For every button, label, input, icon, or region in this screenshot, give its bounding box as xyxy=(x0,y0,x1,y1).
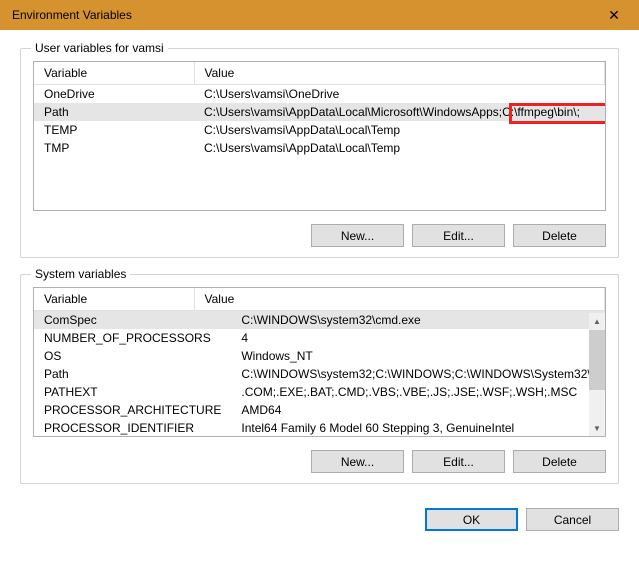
delete-button[interactable]: Delete xyxy=(513,224,606,247)
titlebar: Environment Variables ✕ xyxy=(0,0,639,30)
cell-variable: PATHEXT xyxy=(34,383,231,401)
table-row[interactable]: NUMBER_OF_PROCESSORS 4 xyxy=(34,329,605,347)
table-row[interactable]: TMP C:\Users\vamsi\AppData\Local\Temp xyxy=(34,139,605,157)
cell-variable: ComSpec xyxy=(34,311,231,329)
edit-button[interactable]: Edit... xyxy=(412,224,505,247)
table-row[interactable]: TEMP C:\Users\vamsi\AppData\Local\Temp xyxy=(34,121,605,139)
cell-variable: PROCESSOR_ARCHITECTURE xyxy=(34,401,231,419)
system-variables-group: System variables Variable Value ComSpec … xyxy=(20,274,619,484)
cell-value: C:\WINDOWS\system32;C:\WINDOWS;C:\WINDOW… xyxy=(231,365,605,383)
cell-variable: Path xyxy=(34,365,231,383)
cell-variable: Path xyxy=(34,103,194,121)
system-button-row: New... Edit... Delete xyxy=(311,450,606,473)
table-row[interactable]: OneDrive C:\Users\vamsi\OneDrive xyxy=(34,85,605,104)
delete-button[interactable]: Delete xyxy=(513,450,606,473)
column-header-value[interactable]: Value xyxy=(194,288,605,311)
column-header-variable[interactable]: Variable xyxy=(34,288,194,311)
column-header-value[interactable]: Value xyxy=(194,62,605,85)
cell-value: Windows_NT xyxy=(231,347,605,365)
table-row[interactable]: Path C:\Users\vamsi\AppData\Local\Micros… xyxy=(34,103,605,121)
user-variables-table[interactable]: Variable Value OneDrive C:\Users\vamsi\O… xyxy=(33,61,606,211)
content-area: User variables for vamsi Variable Value … xyxy=(0,30,639,547)
table-row[interactable]: PATHEXT .COM;.EXE;.BAT;.CMD;.VBS;.VBE;.J… xyxy=(34,383,605,401)
cell-variable: OneDrive xyxy=(34,85,194,104)
cell-variable: NUMBER_OF_PROCESSORS xyxy=(34,329,231,347)
scrollbar[interactable]: ▲ ▼ xyxy=(589,313,605,436)
new-button[interactable]: New... xyxy=(311,224,404,247)
cell-value: AMD64 xyxy=(231,401,605,419)
cell-variable: TEMP xyxy=(34,121,194,139)
scroll-down-icon[interactable]: ▼ xyxy=(589,420,605,436)
system-variables-table[interactable]: Variable Value ComSpec C:\WINDOWS\system… xyxy=(33,287,606,437)
column-header-variable[interactable]: Variable xyxy=(34,62,194,85)
cell-value: C:\Users\vamsi\AppData\Local\Temp xyxy=(194,121,605,139)
cell-value: C:\Users\vamsi\AppData\Local\Temp xyxy=(194,139,605,157)
dialog-button-row: OK Cancel xyxy=(20,500,619,531)
window-title: Environment Variables xyxy=(12,8,599,22)
cell-value: C:\Users\vamsi\AppData\Local\Microsoft\W… xyxy=(194,103,605,121)
cell-variable: PROCESSOR_IDENTIFIER xyxy=(34,419,231,436)
cell-value: Intel64 Family 6 Model 60 Stepping 3, Ge… xyxy=(231,419,605,436)
cell-variable: TMP xyxy=(34,139,194,157)
new-button[interactable]: New... xyxy=(311,450,404,473)
cell-value: .COM;.EXE;.BAT;.CMD;.VBS;.VBE;.JS;.JSE;.… xyxy=(231,383,605,401)
close-icon[interactable]: ✕ xyxy=(599,0,629,30)
table-row[interactable]: Path C:\WINDOWS\system32;C:\WINDOWS;C:\W… xyxy=(34,365,605,383)
edit-button[interactable]: Edit... xyxy=(412,450,505,473)
table-row[interactable]: OS Windows_NT xyxy=(34,347,605,365)
cell-variable: OS xyxy=(34,347,231,365)
scroll-thumb[interactable] xyxy=(589,330,605,390)
ok-button[interactable]: OK xyxy=(425,508,518,531)
table-row[interactable]: PROCESSOR_ARCHITECTURE AMD64 xyxy=(34,401,605,419)
scroll-up-icon[interactable]: ▲ xyxy=(589,313,605,329)
user-button-row: New... Edit... Delete xyxy=(311,224,606,247)
user-variables-group: User variables for vamsi Variable Value … xyxy=(20,48,619,258)
table-row[interactable]: ComSpec C:\WINDOWS\system32\cmd.exe xyxy=(34,311,605,329)
cancel-button[interactable]: Cancel xyxy=(526,508,619,531)
cell-value: 4 xyxy=(231,329,605,347)
cell-value: C:\Users\vamsi\OneDrive xyxy=(194,85,605,104)
cell-value: C:\WINDOWS\system32\cmd.exe xyxy=(231,311,605,329)
table-row[interactable]: PROCESSOR_IDENTIFIER Intel64 Family 6 Mo… xyxy=(34,419,605,436)
user-variables-legend: User variables for vamsi xyxy=(31,41,168,55)
system-variables-legend: System variables xyxy=(31,267,130,281)
